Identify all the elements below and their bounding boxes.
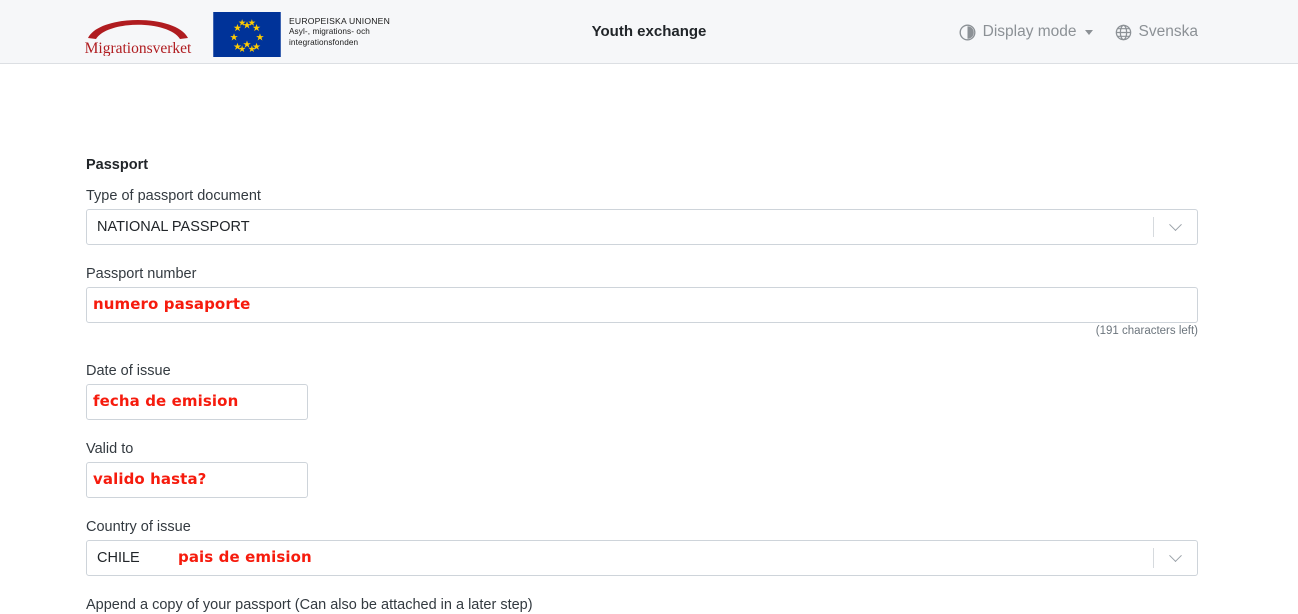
svg-text:Migrationsverket: Migrationsverket: [85, 40, 192, 56]
label-valid-to: Valid to: [86, 441, 134, 457]
label-passport-number: Passport number: [86, 266, 197, 282]
valid-to-input[interactable]: [86, 462, 308, 498]
eu-logo: EUROPEISKA UNIONEN Asyl-, migrations- oc…: [213, 12, 390, 57]
passport-type-select[interactable]: NATIONAL PASSPORT: [86, 209, 1198, 245]
label-passport-type: Type of passport document: [86, 188, 261, 204]
section-title-passport: Passport: [86, 157, 149, 173]
eu-logo-line1: EUROPEISKA UNIONEN: [289, 16, 391, 26]
chevron-down-icon[interactable]: [1153, 210, 1197, 244]
eu-flag-icon: [213, 12, 281, 57]
display-mode-label: Display mode: [982, 23, 1077, 40]
chevron-down-icon: [1084, 29, 1093, 35]
passport-type-value: NATIONAL PASSPORT: [97, 219, 250, 235]
contrast-icon: [959, 24, 976, 40]
country-of-issue-value: CHILE: [97, 550, 140, 566]
label-country-of-issue: Country of issue: [86, 519, 191, 535]
label-append-passport-note: (Can also be attached in a later step): [294, 597, 533, 613]
chevron-down-icon[interactable]: [1153, 541, 1197, 575]
site-header: Migrationsverket EUROPEISKA UNIONEN Asyl…: [0, 0, 1298, 64]
label-append-passport-text: Append a copy of your passport: [86, 597, 291, 613]
label-date-of-issue: Date of issue: [86, 363, 171, 379]
eu-logo-text: EUROPEISKA UNIONEN Asyl-, migrations- oc…: [289, 12, 390, 49]
migrationsverket-logo: Migrationsverket: [85, 20, 192, 56]
eu-logo-line2: Asyl-, migrations- och: [289, 27, 370, 37]
display-mode-button[interactable]: Display mode: [959, 23, 1093, 41]
label-append-passport: Append a copy of your passport (Can also…: [86, 597, 533, 613]
globe-icon: [1115, 24, 1131, 40]
country-of-issue-select[interactable]: CHILE: [86, 540, 1198, 576]
eu-logo-line3: integrationsfonden: [289, 38, 359, 48]
language-button[interactable]: Svenska: [1115, 23, 1198, 41]
language-label: Svenska: [1138, 23, 1198, 40]
passport-number-char-count: (191 characters left): [1095, 325, 1198, 337]
date-of-issue-input[interactable]: [86, 384, 308, 420]
header-actions: Display mode Svenska: [959, 0, 1198, 64]
passport-number-input[interactable]: [86, 287, 1198, 323]
